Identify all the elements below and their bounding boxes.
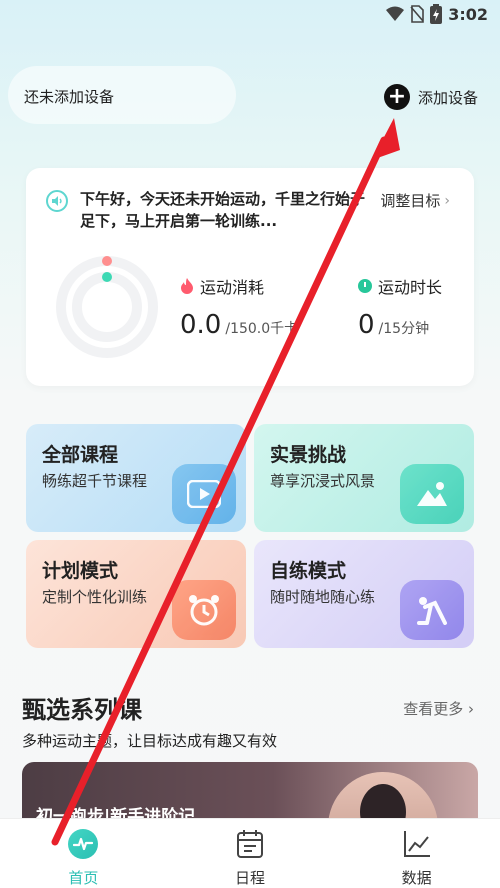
landscape-icon [400, 464, 464, 524]
status-icons: 3:02 [386, 4, 488, 24]
nav-data[interactable]: 数据 [333, 819, 500, 888]
exercise-icon [400, 580, 464, 640]
chart-icon [403, 831, 430, 857]
status-time: 3:02 [448, 4, 488, 24]
nav-data-label: 数据 [401, 869, 432, 887]
calories-stat: 运动消耗 0.0 /150.0千卡 [180, 274, 298, 340]
nav-schedule[interactable]: 日程 [167, 819, 334, 888]
duration-ring-marker [102, 272, 112, 282]
wifi-icon [386, 6, 405, 21]
tile-all-courses[interactable]: 全部课程 畅练超千节课程 [26, 424, 246, 532]
clock-icon [358, 279, 372, 293]
duration-label: 运动时长 [378, 278, 443, 297]
tile-title: 自练模式 [270, 560, 347, 582]
greeting-text: 下午好，今天还未开始运动，千里之行始于足下，马上开启第一轮训练... [80, 190, 366, 230]
tile-title: 全部课程 [42, 444, 119, 466]
tile-subtitle: 畅练超千节课程 [42, 472, 148, 490]
home-pulse-icon [68, 829, 99, 859]
chevron-right-icon: › [444, 192, 450, 209]
see-more-link[interactable]: 查看更多 › [403, 698, 474, 719]
status-bar: 3:02 [0, 0, 500, 30]
daily-goal-card: 下午好，今天还未开始运动，千里之行始于足下，马上开启第一轮训练... 调整目标 … [26, 168, 474, 386]
calories-label: 运动消耗 [200, 278, 265, 297]
tile-title: 实景挑战 [270, 444, 347, 466]
calendar-icon [237, 830, 263, 858]
calories-value: 0.0 [180, 310, 222, 340]
series-section-title: 甄选系列课 [22, 696, 142, 724]
nav-home[interactable]: 首页 [0, 819, 167, 888]
play-icon [172, 464, 236, 524]
speaker-icon[interactable] [46, 190, 68, 212]
series-section-subtitle: 多种运动主题，让目标达成有趣又有效 [22, 732, 278, 750]
nav-home-label: 首页 [68, 869, 99, 887]
tile-scenic-challenge[interactable]: 实景挑战 尊享沉浸式风景 [254, 424, 474, 532]
add-device-button[interactable]: + 添加设备 [383, 84, 478, 110]
adjust-goal-label: 调整目标 [380, 192, 441, 210]
battery-icon [430, 4, 443, 24]
adjust-goal-button[interactable]: 调整目标 › [380, 190, 450, 211]
duration-value: 0 [358, 310, 375, 340]
header: 还未添加设备 + 添加设备 [0, 62, 500, 128]
no-device-text: 还未添加设备 [24, 88, 115, 106]
tile-title: 计划模式 [42, 560, 119, 582]
add-device-label: 添加设备 [417, 88, 478, 107]
bottom-navigation: 首页 日程 数据 [0, 818, 500, 888]
tile-self-training[interactable]: 自练模式 随时随地随心练 [254, 540, 474, 648]
plus-icon: + [383, 84, 410, 110]
progress-rings [52, 252, 162, 362]
tile-subtitle: 定制个性化训练 [42, 588, 148, 606]
no-sim-icon [410, 5, 425, 23]
tile-subtitle: 随时随地随心练 [270, 588, 376, 606]
see-more-label: 查看更多 [403, 700, 464, 718]
duration-goal: /15分钟 [378, 321, 430, 337]
tile-plan-mode[interactable]: 计划模式 定制个性化训练 [26, 540, 246, 648]
calories-goal: /150.0千卡 [225, 321, 299, 337]
nav-schedule-label: 日程 [235, 869, 266, 887]
tile-subtitle: 尊享沉浸式风景 [270, 472, 376, 490]
alarm-clock-icon [172, 580, 236, 640]
flame-icon [181, 278, 193, 294]
activity-ring-chart [56, 256, 158, 358]
calories-ring-marker [102, 256, 112, 266]
duration-stat: 运动时长 0 /15分钟 [358, 274, 442, 340]
